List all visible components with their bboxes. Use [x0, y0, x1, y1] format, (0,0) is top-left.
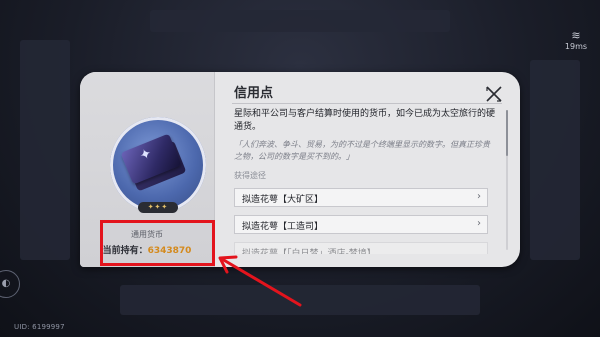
- annotation-arrow-icon: [218, 255, 302, 307]
